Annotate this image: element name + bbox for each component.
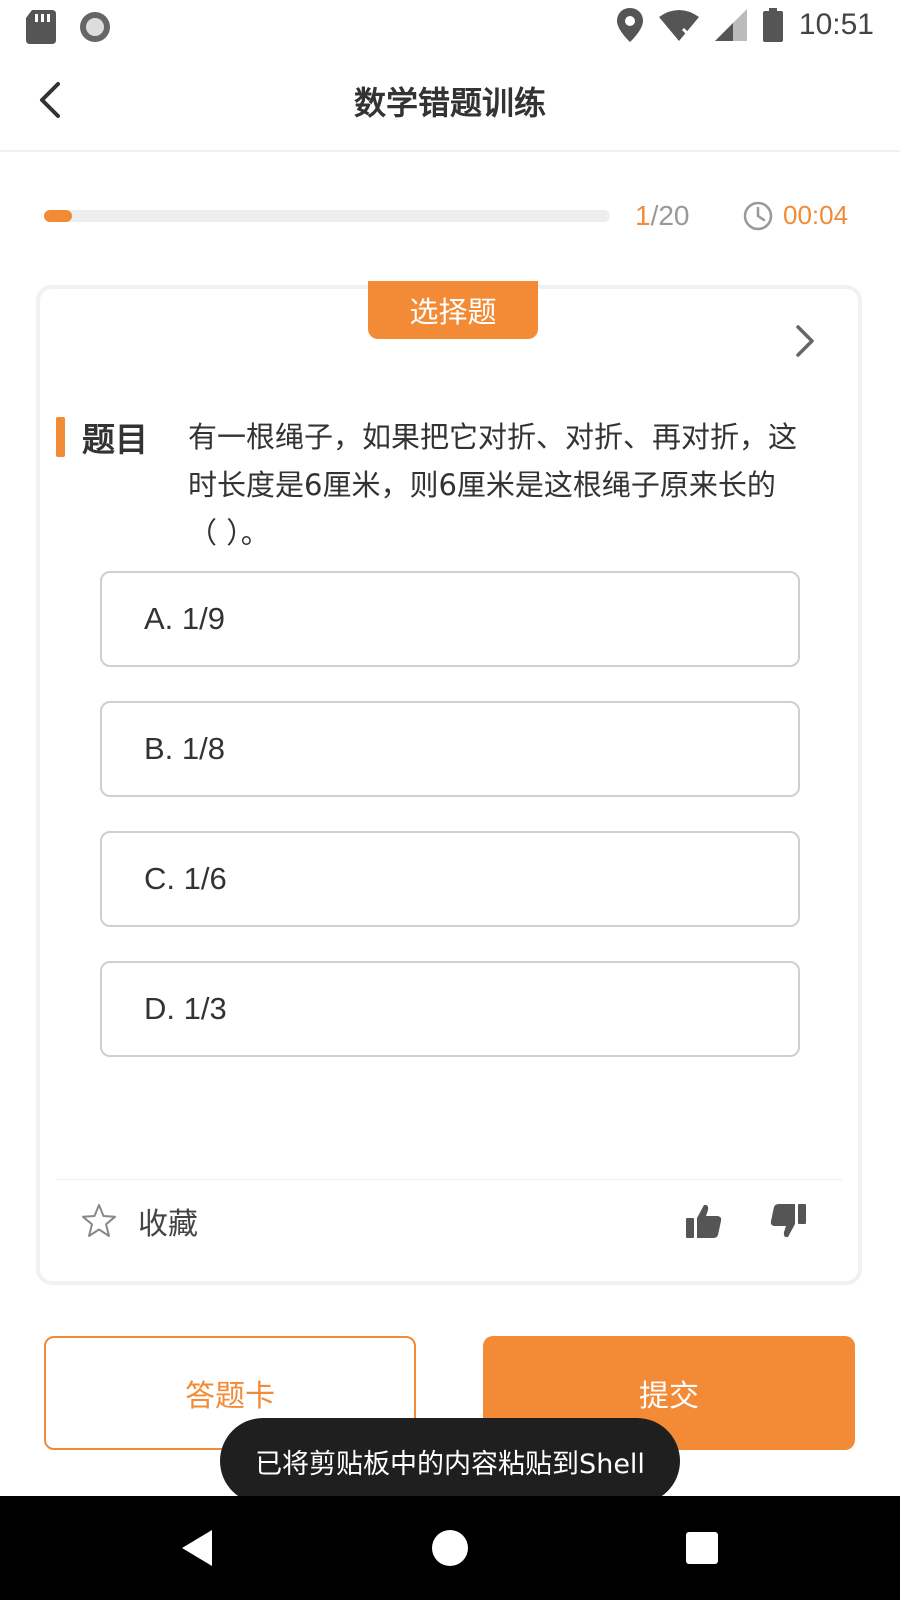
timer: 00:04 bbox=[743, 200, 848, 231]
star-icon bbox=[82, 1204, 116, 1237]
clock-icon bbox=[743, 201, 773, 230]
toast-message: 已将剪贴板中的内容粘贴到Shell bbox=[220, 1418, 680, 1504]
chevron-right-icon[interactable] bbox=[788, 319, 824, 363]
question-type-badge: 选择题 bbox=[368, 281, 538, 339]
nav-recents-icon[interactable] bbox=[680, 1526, 724, 1570]
question-marker bbox=[56, 417, 65, 457]
nav-back-icon[interactable] bbox=[176, 1526, 220, 1570]
thumbs-up-icon[interactable] bbox=[684, 1201, 724, 1241]
total-questions: /20 bbox=[650, 200, 690, 231]
sd-card-icon bbox=[26, 10, 56, 44]
battery-icon bbox=[762, 8, 783, 42]
option-d[interactable]: D. 1/3 bbox=[100, 961, 800, 1057]
option-c[interactable]: C. 1/6 bbox=[100, 831, 800, 927]
app-header: 数学错题训练 bbox=[0, 52, 900, 152]
signal-icon bbox=[714, 9, 747, 41]
wifi-icon bbox=[658, 10, 699, 41]
clock-time: 10:51 bbox=[798, 8, 874, 41]
card-divider bbox=[56, 1179, 842, 1180]
page-title: 数学错题训练 bbox=[353, 84, 546, 122]
current-question-number: 1 bbox=[635, 200, 651, 231]
option-b[interactable]: B. 1/8 bbox=[100, 701, 800, 797]
record-icon bbox=[80, 12, 110, 42]
timer-text: 00:04 bbox=[783, 200, 849, 230]
option-a[interactable]: A. 1/9 bbox=[100, 571, 800, 667]
progress-bar bbox=[44, 210, 610, 222]
navigation-bar bbox=[0, 1496, 900, 1600]
progress-fill bbox=[44, 210, 73, 222]
question-card: 选择题 题目 有一根绳子，如果把它对折、对折、再对折，这时长度是6厘米，则6厘米… bbox=[36, 281, 862, 1285]
favorite-button[interactable]: 收藏 bbox=[80, 1199, 198, 1243]
status-bar: 10:51 bbox=[0, 0, 900, 52]
nav-home-icon[interactable] bbox=[428, 1526, 472, 1570]
question-label: 题目 bbox=[82, 420, 148, 459]
favorite-label: 收藏 bbox=[138, 1207, 198, 1242]
thumbs-down-icon[interactable] bbox=[768, 1201, 808, 1241]
question-text: 有一根绳子，如果把它对折、对折、再对折，这时长度是6厘米，则6厘米是这根绳子原来… bbox=[188, 420, 798, 550]
question-counter: 1/20 bbox=[635, 200, 690, 232]
location-icon bbox=[616, 8, 643, 42]
